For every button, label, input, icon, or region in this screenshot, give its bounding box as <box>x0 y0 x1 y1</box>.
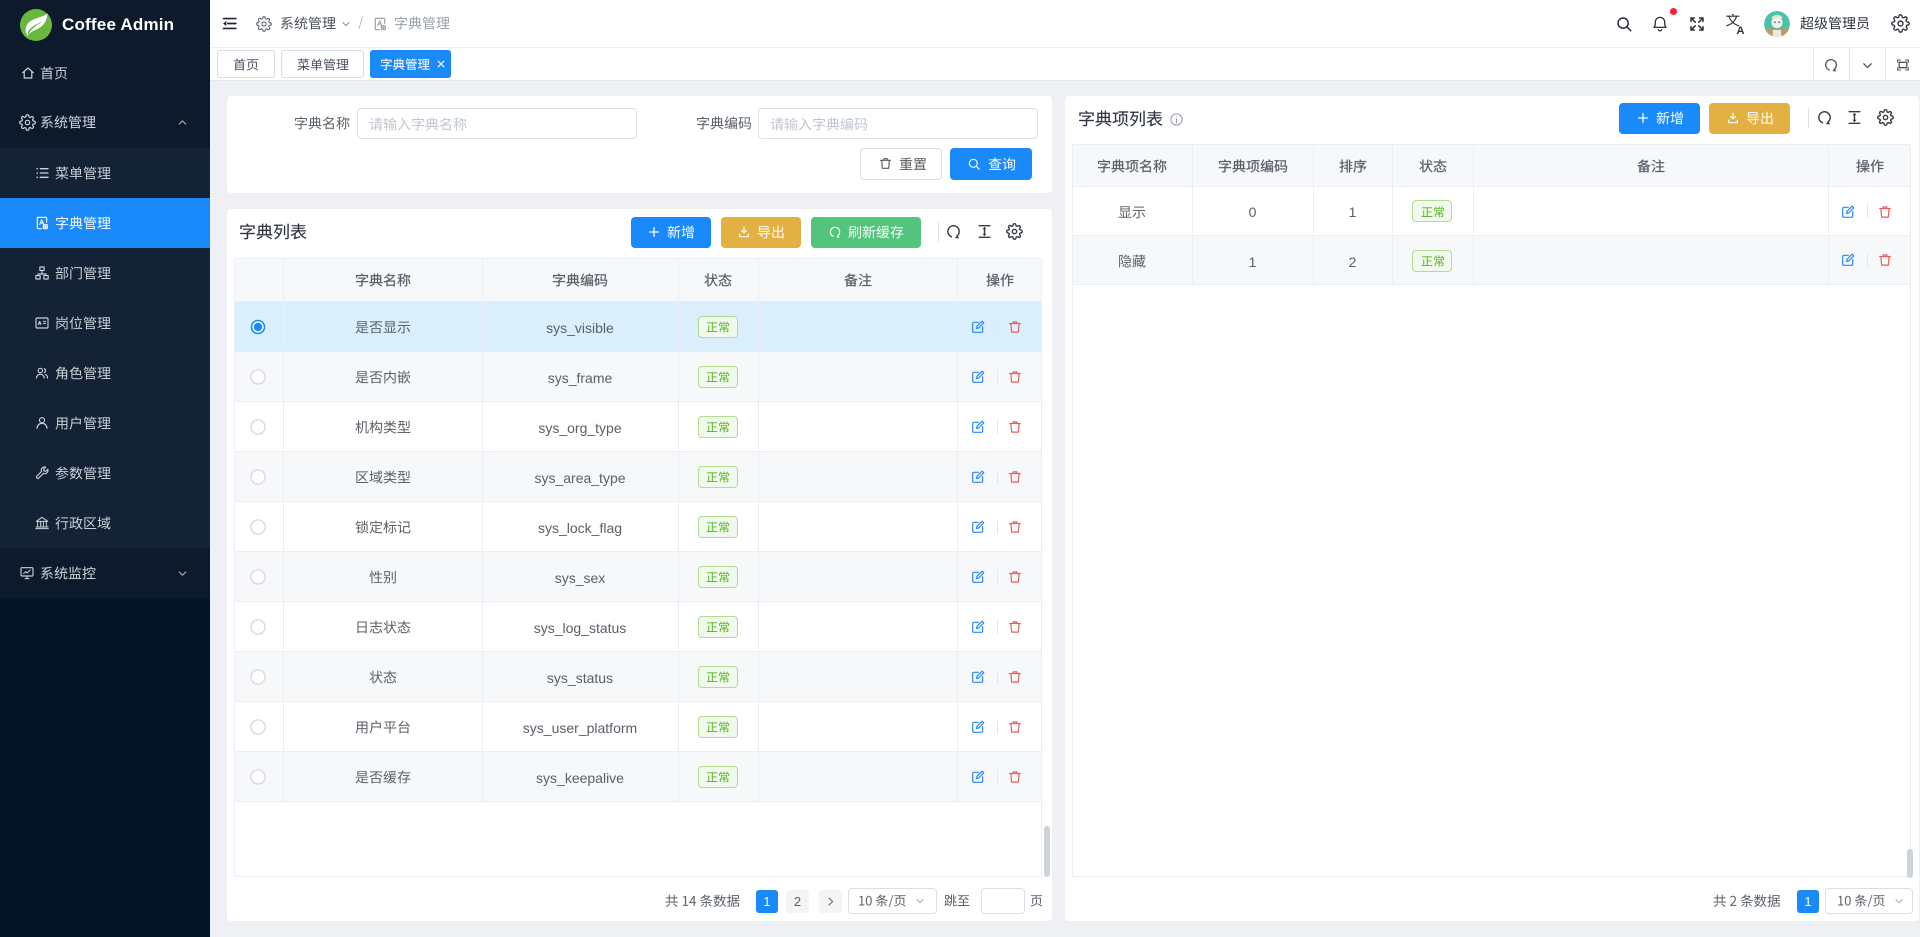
svg-text:A: A <box>1737 25 1745 35</box>
